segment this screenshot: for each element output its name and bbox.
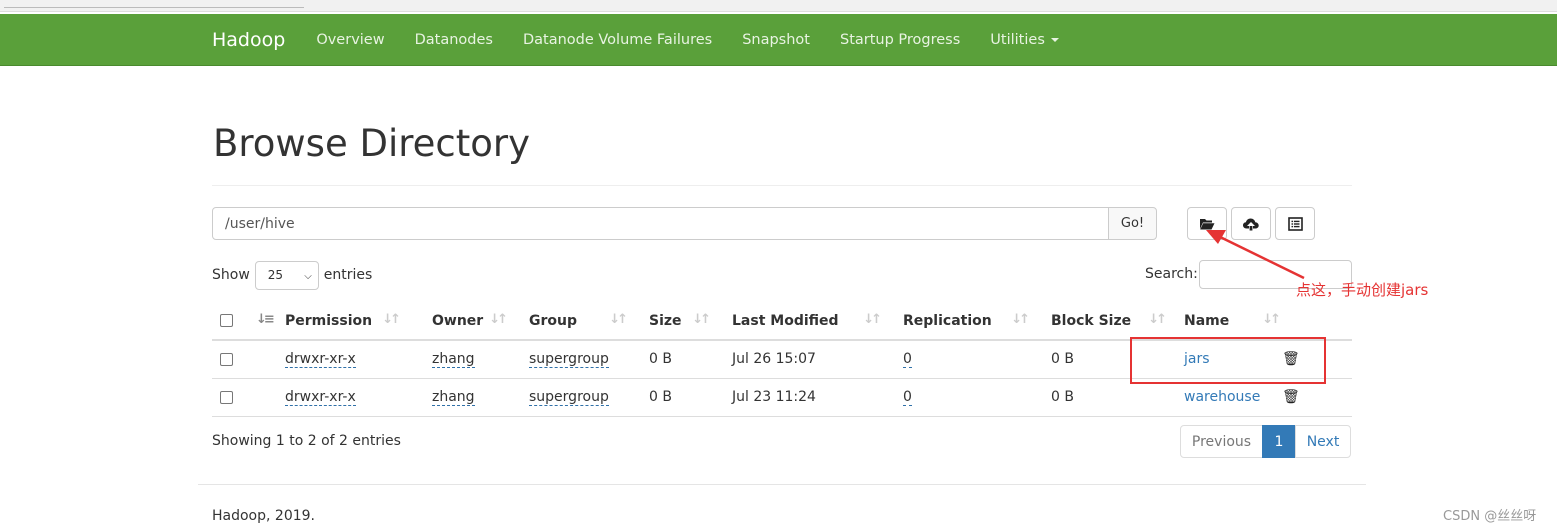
page-length-value: 25 <box>267 268 284 282</box>
trash-icon[interactable]: 🗑 <box>1282 389 1300 405</box>
row-select-cell <box>212 378 255 417</box>
brand-link[interactable]: Hadoop <box>212 29 285 51</box>
owner-value[interactable]: zhang <box>432 389 475 406</box>
top-navbar: Hadoop Overview Datanodes Datanode Volum… <box>0 14 1557 66</box>
entries-label: entries <box>323 267 373 283</box>
col-block-size-label: Block Size <box>1051 312 1132 329</box>
browser-url-strip <box>0 0 1557 12</box>
replication-cell: 0 <box>883 378 1031 417</box>
col-replication[interactable]: Replication ↓↑ <box>883 302 1031 341</box>
sort-icon: ↓↑ <box>382 312 401 327</box>
group-cell: supergroup <box>509 340 629 379</box>
annotation-arrow-icon <box>1206 230 1305 280</box>
nav-utilities-label: Utilities <box>990 32 1045 48</box>
chevron-down-icon: ⌵ <box>304 270 312 282</box>
go-button[interactable]: Go! <box>1108 207 1157 240</box>
table-info: Showing 1 to 2 of 2 entries <box>212 433 401 449</box>
length-control: Show 25 ⌵ entries <box>212 260 373 290</box>
page-length-select[interactable]: 25 ⌵ <box>254 260 319 290</box>
col-replication-label: Replication <box>903 312 992 329</box>
replication-cell: 0 <box>883 340 1031 379</box>
sort-icon: ↓↑ <box>1148 312 1167 327</box>
directory-link-warehouse[interactable]: warehouse <box>1184 389 1260 405</box>
owner-cell: zhang <box>402 340 509 379</box>
nav-snapshot[interactable]: Snapshot <box>742 32 810 48</box>
sort-icon: ↓↑ <box>692 312 711 327</box>
directory-path-input[interactable] <box>212 207 1109 240</box>
col-actions <box>1282 302 1352 341</box>
annotation-highlight-box <box>1130 337 1326 384</box>
col-group-label: Group <box>529 312 578 329</box>
col-block-size[interactable]: Block Size ↓↑ <box>1031 302 1168 341</box>
owner-cell: zhang <box>402 378 509 417</box>
size-cell: 0 B <box>629 378 712 417</box>
replication-value[interactable]: 0 <box>903 389 912 406</box>
nav-datanodes[interactable]: Datanodes <box>415 32 493 48</box>
col-size-label: Size <box>649 312 682 329</box>
sort-icon: ↓↑ <box>1262 312 1281 327</box>
page-title: Browse Directory <box>213 122 531 165</box>
nav-volume-failures[interactable]: Datanode Volume Failures <box>523 32 712 48</box>
table-header-row: ↓≡ Permission ↓↑ Owner ↓↑ Group ↓↑ Size ↓↑ L… <box>212 302 1352 341</box>
owner-value[interactable]: zhang <box>432 351 475 369</box>
size-cell: 0 B <box>629 340 712 379</box>
select-all-checkbox[interactable] <box>220 314 233 327</box>
col-permission[interactable]: Permission ↓↑ <box>255 302 402 341</box>
annotation-note: 点这，手动创建jars <box>1296 281 1429 299</box>
row-select-cell <box>212 340 255 379</box>
nav-startup-progress[interactable]: Startup Progress <box>840 32 960 48</box>
col-permission-label: Permission <box>285 312 373 329</box>
permission-cell: drwxr-xr-x <box>255 340 402 379</box>
permission-cell: drwxr-xr-x <box>255 378 402 417</box>
row-checkbox[interactable] <box>220 352 233 366</box>
previous-page-button[interactable]: Previous <box>1180 425 1263 458</box>
group-cell: supergroup <box>509 378 629 417</box>
col-name[interactable]: Name ↓↑ <box>1168 302 1282 341</box>
group-value[interactable]: supergroup <box>529 351 609 369</box>
col-group[interactable]: Group ↓↑ <box>509 302 629 341</box>
search-label: Search: <box>1145 266 1198 282</box>
show-label: Show <box>212 267 250 283</box>
permission-value[interactable]: drwxr-xr-x <box>285 351 356 369</box>
permission-value[interactable]: drwxr-xr-x <box>285 389 356 406</box>
col-owner[interactable]: Owner ↓↑ <box>402 302 509 341</box>
col-last-modified-label: Last Modified <box>732 312 839 329</box>
col-size[interactable]: Size ↓↑ <box>629 302 712 341</box>
url-fragment <box>4 0 304 8</box>
modified-cell: Jul 26 15:07 <box>712 340 883 379</box>
nav-overview[interactable]: Overview <box>316 32 384 48</box>
watermark: CSDN @丝丝呀 <box>1443 509 1537 524</box>
replication-value[interactable]: 0 <box>903 351 912 369</box>
sort-icon: ↓↑ <box>489 312 508 327</box>
pagination: Previous 1 Next <box>1180 425 1351 458</box>
sort-icon: ↓↑ <box>609 312 628 327</box>
footer-text: Hadoop, 2019. <box>212 508 315 524</box>
footer-divider <box>198 484 1366 485</box>
group-value[interactable]: supergroup <box>529 389 609 406</box>
modified-cell: Jul 23 11:24 <box>712 378 883 417</box>
col-last-modified[interactable]: Last Modified ↓↑ <box>712 302 883 341</box>
row-checkbox[interactable] <box>220 390 233 404</box>
next-page-button[interactable]: Next <box>1295 425 1351 458</box>
col-owner-label: Owner <box>432 312 484 329</box>
col-name-label: Name <box>1184 312 1230 329</box>
sort-icon: ↓↑ <box>1011 312 1030 327</box>
caret-down-icon <box>1050 38 1059 42</box>
select-all-cell: ↓≡ <box>212 302 275 341</box>
current-page-button[interactable]: 1 <box>1262 425 1296 458</box>
nav-utilities-dropdown[interactable]: Utilities <box>990 32 1059 48</box>
sort-icon: ↓↑ <box>863 312 882 327</box>
divider <box>212 185 1352 186</box>
